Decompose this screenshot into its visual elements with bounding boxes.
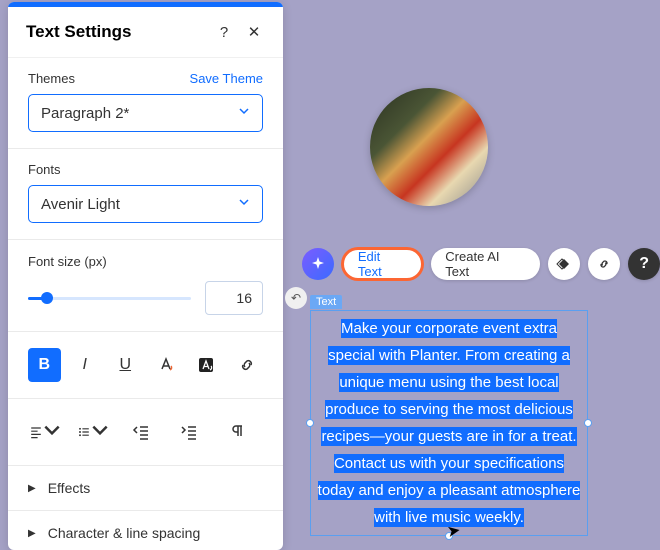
format-toolbar: B I U	[8, 332, 283, 399]
text-color-button[interactable]	[150, 348, 183, 382]
chevron-down-icon	[238, 104, 250, 122]
text-element[interactable]: Make your corporate event extra special …	[310, 310, 588, 536]
triangle-right-icon: ▶	[28, 483, 36, 494]
save-theme-link[interactable]: Save Theme	[190, 71, 263, 86]
text-settings-panel: Text Settings ? ✕ Themes Save Theme Para…	[8, 2, 283, 550]
fontsize-label: Font size (px)	[28, 254, 107, 269]
themes-section: Themes Save Theme Paragraph 2*	[8, 58, 283, 149]
themes-label: Themes	[28, 71, 75, 86]
close-icon[interactable]: ✕	[243, 21, 265, 43]
element-type-badge: Text	[310, 295, 342, 309]
avatar-image[interactable]	[370, 88, 488, 206]
list-button[interactable]	[76, 415, 110, 449]
chevron-down-icon	[238, 195, 250, 213]
char-spacing-label: Character & line spacing	[48, 525, 201, 541]
undo-icon[interactable]: ↶	[285, 287, 307, 309]
text-content[interactable]: Make your corporate event extra special …	[318, 319, 581, 527]
theme-select-value: Paragraph 2*	[41, 105, 238, 122]
link-button[interactable]	[231, 348, 264, 382]
fontsize-slider[interactable]	[28, 288, 191, 308]
font-select[interactable]: Avenir Light	[28, 185, 263, 223]
indent-button[interactable]	[172, 415, 206, 449]
outdent-button[interactable]	[124, 415, 158, 449]
element-toolbar: Edit Text Create AI Text ?	[302, 248, 660, 280]
italic-button[interactable]: I	[69, 348, 102, 382]
fonts-label: Fonts	[28, 162, 61, 177]
bold-button[interactable]: B	[28, 348, 61, 382]
fontsize-section: Font size (px) 16	[8, 240, 283, 332]
resize-handle-right[interactable]	[584, 419, 592, 427]
theme-select[interactable]: Paragraph 2*	[28, 94, 263, 132]
panel-header: Text Settings ? ✕	[8, 7, 283, 58]
ai-sparkle-button[interactable]	[302, 248, 334, 280]
fontsize-input[interactable]: 16	[205, 281, 263, 315]
edit-text-button[interactable]: Edit Text	[342, 248, 423, 280]
paragraph-toolbar	[8, 399, 283, 466]
link-circle-button[interactable]	[588, 248, 620, 280]
font-select-value: Avenir Light	[41, 196, 238, 213]
align-button[interactable]	[28, 415, 62, 449]
effects-label: Effects	[48, 480, 91, 496]
help-icon[interactable]: ?	[213, 21, 235, 43]
help-circle-button[interactable]: ?	[628, 248, 660, 280]
text-direction-button[interactable]	[220, 415, 254, 449]
resize-handle-left[interactable]	[306, 419, 314, 427]
char-spacing-row[interactable]: ▶ Character & line spacing	[8, 511, 283, 550]
create-ai-text-button[interactable]: Create AI Text	[431, 248, 540, 280]
fonts-section: Fonts Avenir Light	[8, 149, 283, 240]
highlight-button[interactable]	[190, 348, 223, 382]
effects-row[interactable]: ▶ Effects	[8, 466, 283, 511]
triangle-right-icon: ▶	[28, 528, 36, 539]
underline-button[interactable]: U	[109, 348, 142, 382]
resize-handle-bottom[interactable]	[445, 532, 453, 540]
animation-button[interactable]	[548, 248, 580, 280]
panel-title: Text Settings	[26, 22, 205, 42]
